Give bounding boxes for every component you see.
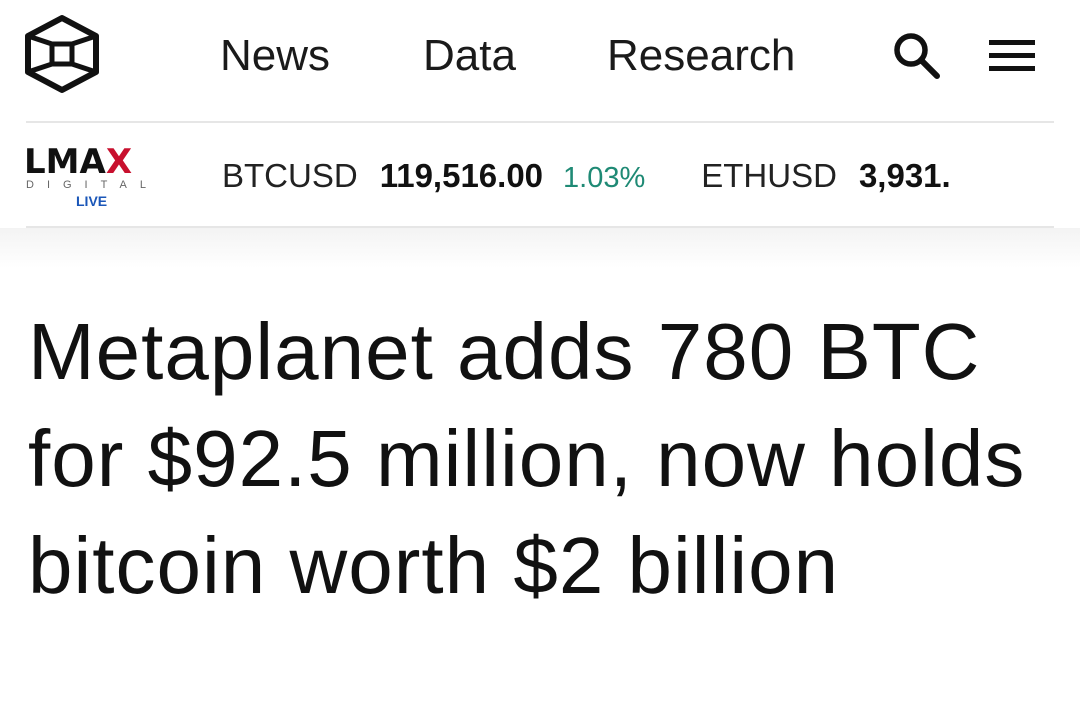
ticker-symbol[interactable]: ETHUSD — [701, 157, 837, 194]
lmax-wordmark: LMAX — [24, 142, 133, 182]
lmax-live-label: LIVE — [76, 193, 108, 209]
ticker-shadow — [0, 228, 1080, 268]
ticker-price: 3,931. — [858, 157, 951, 194]
ticker-change: 1.03% — [563, 162, 646, 194]
nav-data-link[interactable]: Data — [423, 30, 516, 82]
cube-logo-icon[interactable] — [22, 14, 102, 94]
search-icon[interactable] — [889, 28, 945, 84]
lmax-digital-logo[interactable]: LMAX DIGITAL LIVE — [24, 143, 172, 213]
hamburger-menu-icon[interactable] — [985, 32, 1039, 80]
ticker-symbol[interactable]: BTCUSD — [222, 157, 358, 194]
ticker-price: 119,516.00 — [379, 157, 544, 194]
article-headline: Metaplanet adds 780 BTC for $92.5 millio… — [28, 307, 1026, 610]
nav-research-link[interactable]: Research — [607, 30, 795, 82]
lmax-subtitle: DIGITAL — [26, 179, 159, 191]
nav-news-link[interactable]: News — [220, 30, 330, 82]
price-ticker: LMAX DIGITAL LIVE BTCUSD 119,516.00 1.03% E… — [0, 123, 1080, 226]
top-navigation: News Data Research — [0, 0, 1080, 122]
ticker-row: BTCUSD 119,516.00 1.03% ETHUSD 3,931. — [222, 156, 1002, 196]
